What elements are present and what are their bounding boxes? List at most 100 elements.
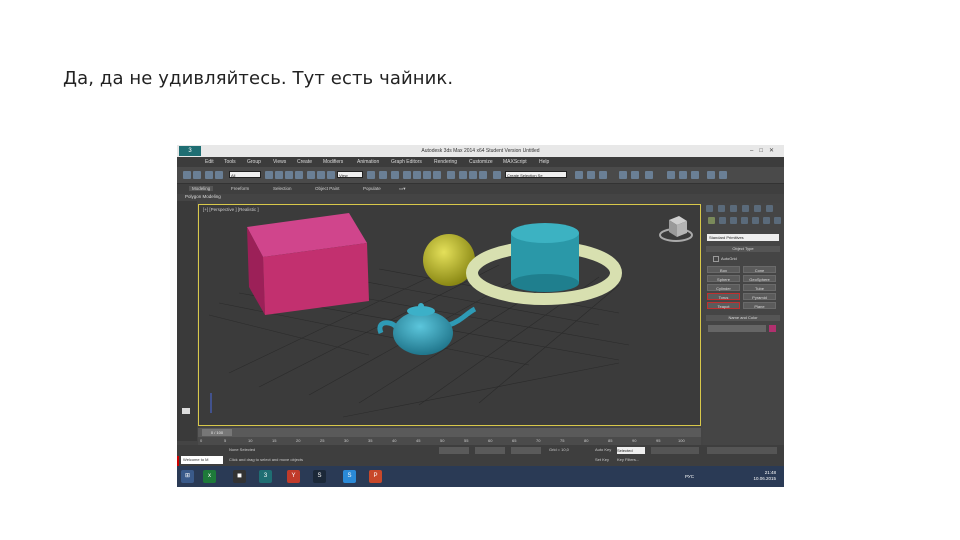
rotate-icon[interactable]: [317, 171, 325, 179]
z-coord-field[interactable]: [511, 447, 541, 454]
pivot-icon[interactable]: [367, 171, 375, 179]
name-color-rollout[interactable]: Name and Color: [706, 315, 780, 321]
angle-snap-icon[interactable]: [413, 171, 421, 179]
track-bar[interactable]: 0 5 10 15 20 25 30 35 40 45 50 55 60 65 …: [198, 437, 701, 445]
menu-help[interactable]: Help: [539, 159, 549, 165]
mirror-icon[interactable]: [459, 171, 467, 179]
snap-icon[interactable]: [403, 171, 411, 179]
menu-group[interactable]: Group: [247, 159, 261, 165]
modify-tab-icon[interactable]: [718, 205, 725, 212]
geosphere-button[interactable]: GeoSphere: [743, 275, 776, 282]
align-icon[interactable]: [469, 171, 477, 179]
menu-modifiers[interactable]: Modifiers: [323, 159, 343, 165]
key-filters-button[interactable]: Key Filters...: [617, 457, 639, 462]
menu-maxscript[interactable]: MAXScript: [503, 159, 527, 165]
material-editor-icon[interactable]: [587, 171, 595, 179]
window-crossing-icon[interactable]: [295, 171, 303, 179]
time-slider-thumb[interactable]: 0 / 100: [202, 429, 232, 436]
category-dropdown[interactable]: Standard Primitives: [707, 234, 779, 241]
time-slider[interactable]: 0 / 100: [198, 428, 701, 437]
selected-dropdown[interactable]: Selected: [617, 447, 645, 454]
lights-icon[interactable]: [730, 217, 737, 224]
pyramid-button[interactable]: Pyramid: [743, 293, 776, 300]
menu-tools[interactable]: Tools: [224, 159, 236, 165]
autogrid-checkbox[interactable]: AutoGrid: [713, 256, 737, 262]
ribbon-tab-selection[interactable]: Selection: [273, 186, 292, 191]
minimize-button[interactable]: –: [750, 148, 759, 154]
cylinder-button[interactable]: Cylinder: [707, 284, 740, 291]
plane-button[interactable]: Plane: [743, 302, 776, 309]
shapes-icon[interactable]: [719, 217, 726, 224]
x-coord-field[interactable]: [439, 447, 469, 454]
powerpoint-icon[interactable]: P: [369, 470, 382, 483]
coord-system-dropdown[interactable]: View: [337, 171, 363, 178]
autogrid-box-icon[interactable]: [713, 256, 719, 262]
rect-selection-icon[interactable]: [285, 171, 293, 179]
geometry-icon[interactable]: [708, 217, 715, 224]
menu-create[interactable]: Create: [297, 159, 312, 165]
menu-edit[interactable]: Edit: [205, 159, 214, 165]
language-indicator[interactable]: РУС: [685, 474, 694, 479]
select-object-icon[interactable]: [265, 171, 273, 179]
link-icon[interactable]: [205, 171, 213, 179]
expand-icon[interactable]: [182, 408, 190, 414]
torus-button[interactable]: Torus: [707, 293, 740, 300]
unlink-icon[interactable]: [215, 171, 223, 179]
viewport-nav-controls[interactable]: [707, 447, 777, 454]
skype-icon[interactable]: S: [343, 470, 356, 483]
keyboard-shortcut-icon[interactable]: [391, 171, 399, 179]
display-tab-icon[interactable]: [754, 205, 761, 212]
auto-key-button[interactable]: Auto Key: [595, 447, 611, 452]
scale-icon[interactable]: [327, 171, 335, 179]
spinner-snap-icon[interactable]: [433, 171, 441, 179]
render-iterative-icon[interactable]: [679, 171, 687, 179]
ribbon-tab-modeling[interactable]: Modeling: [189, 186, 214, 191]
object-type-rollout[interactable]: Object Type: [706, 246, 780, 252]
window-controls[interactable]: –□✕: [750, 147, 780, 154]
render-production-icon[interactable]: [645, 171, 653, 179]
menu-rendering[interactable]: Rendering: [434, 159, 457, 165]
excel-icon[interactable]: x: [203, 470, 216, 483]
systems-icon[interactable]: [774, 217, 781, 224]
motion-tab-icon[interactable]: [742, 205, 749, 212]
y-coord-field[interactable]: [475, 447, 505, 454]
close-button[interactable]: ✕: [769, 148, 780, 154]
tube-button[interactable]: Tube: [743, 284, 776, 291]
selection-filter-dropdown[interactable]: All: [229, 171, 261, 178]
sphere-button[interactable]: Sphere: [707, 275, 740, 282]
menu-customize[interactable]: Customize: [469, 159, 493, 165]
menu-graph-editors[interactable]: Graph Editors: [391, 159, 422, 165]
redo-icon[interactable]: [193, 171, 201, 179]
teapot-button[interactable]: Teapot: [707, 302, 740, 309]
move-icon[interactable]: [307, 171, 315, 179]
named-selection-dropdown[interactable]: Create Selection Se: [505, 171, 567, 178]
perspective-viewport[interactable]: [+] [Perspective ] [Realistic ]: [198, 204, 701, 426]
set-key-button[interactable]: Set Key: [595, 457, 609, 462]
viewcube-icon[interactable]: [659, 216, 693, 242]
yandex-icon[interactable]: Y: [287, 470, 300, 483]
undo-icon[interactable]: [183, 171, 191, 179]
utilities-tab-icon[interactable]: [766, 205, 773, 212]
schematic-view-icon[interactable]: [575, 171, 583, 179]
cone-button[interactable]: Cone: [743, 266, 776, 273]
start-icon[interactable]: ⊞: [181, 470, 194, 483]
percent-snap-icon[interactable]: [423, 171, 431, 179]
view-icon[interactable]: [667, 171, 675, 179]
media-icon[interactable]: ◼: [233, 470, 246, 483]
rendered-frame-icon[interactable]: [619, 171, 627, 179]
select-by-name-icon[interactable]: [275, 171, 283, 179]
render-icon[interactable]: [631, 171, 639, 179]
menu-views[interactable]: Views: [273, 159, 286, 165]
system-clock[interactable]: 21:48 10.06.2015: [753, 470, 776, 482]
render-setup-icon[interactable]: [599, 171, 607, 179]
cameras-icon[interactable]: [741, 217, 748, 224]
environment-icon[interactable]: [707, 171, 715, 179]
maximize-button[interactable]: □: [759, 148, 769, 154]
menu-animation[interactable]: Animation: [357, 159, 379, 165]
hierarchy-tab-icon[interactable]: [730, 205, 737, 212]
curve-editor-icon[interactable]: [493, 171, 501, 179]
object-name-field[interactable]: [708, 325, 766, 332]
maxscript-listener-field[interactable]: Welcome to M: [181, 456, 223, 464]
helpers-icon[interactable]: [752, 217, 759, 224]
effects-icon[interactable]: [719, 171, 727, 179]
